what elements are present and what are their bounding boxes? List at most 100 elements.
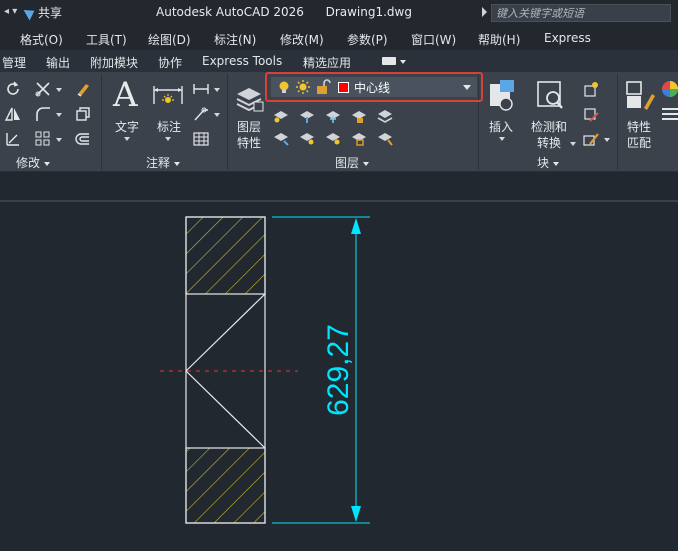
- trim-icon[interactable]: [34, 80, 52, 98]
- linetype-icon[interactable]: [661, 105, 678, 123]
- annotation-panel-title[interactable]: 注释: [146, 154, 181, 171]
- dimension-icon: [153, 86, 183, 104]
- dimension-dropdown-icon: [165, 137, 171, 141]
- dimension-text[interactable]: 629,27: [322, 324, 355, 416]
- tab-express-tools[interactable]: Express Tools: [202, 54, 282, 68]
- ribbon-toggle-button[interactable]: [382, 57, 396, 65]
- linear-dimension-icon[interactable]: [192, 80, 210, 98]
- menu-format[interactable]: 格式(O): [20, 31, 63, 48]
- cone-line-bottom[interactable]: [185, 370, 266, 449]
- drawing-svg[interactable]: 629,27: [0, 202, 678, 551]
- detect-convert-label-1: 检测和: [531, 120, 568, 134]
- dimension-arrow-bottom: [351, 506, 361, 522]
- layer-panel-label: 图层: [335, 156, 360, 170]
- menu-express[interactable]: Express: [544, 31, 591, 45]
- menu-tools[interactable]: 工具(T): [86, 31, 127, 48]
- erase-icon[interactable]: [74, 80, 92, 98]
- layer-properties-label-1: 图层: [237, 120, 262, 134]
- text-dropdown-icon: [124, 137, 130, 141]
- linear-dropdown-icon[interactable]: [214, 88, 220, 92]
- leader-icon[interactable]: [192, 105, 210, 123]
- block-panel-title[interactable]: 块: [537, 154, 560, 171]
- mirror-icon[interactable]: [4, 105, 22, 123]
- ribbon-tabs: 管理 输出 附加模块 协作 Express Tools 精选应用: [0, 50, 678, 72]
- create-block-icon[interactable]: [582, 80, 600, 98]
- search-box[interactable]: [491, 4, 671, 22]
- layer-merge-icon[interactable]: [376, 106, 394, 124]
- layer-properties-label-2: 特性: [237, 136, 262, 150]
- chevron-down-icon: [553, 161, 560, 166]
- modify-panel-title[interactable]: 修改: [16, 154, 51, 171]
- array-icon[interactable]: [34, 130, 52, 148]
- rotate-icon[interactable]: [4, 80, 22, 98]
- divider: [227, 74, 228, 170]
- match-properties-label-1: 特性: [627, 120, 652, 134]
- layer-isolate-icon[interactable]: [298, 106, 316, 124]
- chevron-down-icon: [463, 85, 471, 90]
- tab-featured-apps[interactable]: 精选应用: [303, 54, 351, 71]
- block-attribute-dropdown-icon[interactable]: [604, 138, 610, 142]
- divider: [101, 74, 102, 170]
- layer-thaw-icon[interactable]: [324, 128, 342, 146]
- tab-output[interactable]: 输出: [46, 54, 70, 71]
- tab-addins[interactable]: 附加模块: [90, 54, 138, 71]
- menu-dimension[interactable]: 标注(N): [214, 31, 256, 48]
- layer-unlock-icon[interactable]: [350, 128, 368, 146]
- layer-select[interactable]: 中心线: [271, 77, 477, 97]
- sun-thawed-icon: [296, 80, 310, 94]
- tab-collaborate[interactable]: 协作: [158, 54, 182, 71]
- layer-panel-title[interactable]: 图层: [335, 154, 370, 171]
- hatch-top[interactable]: [185, 216, 266, 295]
- layer-dropdown[interactable]: 中心线: [265, 72, 483, 102]
- search-input[interactable]: [492, 5, 670, 21]
- fillet-icon[interactable]: [34, 105, 52, 123]
- edit-block-icon[interactable]: [582, 105, 600, 123]
- tab-manage[interactable]: 管理: [2, 54, 26, 71]
- match-properties-icon: [626, 81, 655, 110]
- array-dropdown-icon[interactable]: [56, 138, 62, 142]
- divider: [617, 74, 618, 170]
- chevron-down-icon: [174, 161, 181, 166]
- dimension[interactable]: [272, 216, 370, 524]
- share-button[interactable]: 共享: [23, 4, 62, 21]
- menu-bar: 格式(O) 工具(T) 绘图(D) 标注(N) 修改(M) 参数(P) 窗口(W…: [0, 26, 678, 50]
- color-wheel-icon[interactable]: [661, 80, 678, 98]
- drawing-canvas[interactable]: 629,27: [0, 200, 678, 551]
- fillet-dropdown-icon[interactable]: [56, 113, 62, 117]
- text-icon: A: [113, 75, 138, 115]
- scale-icon[interactable]: [4, 130, 22, 148]
- share-icon: [23, 5, 38, 20]
- detect-convert-icon: [537, 81, 563, 109]
- layer-freeze-icon[interactable]: [324, 106, 342, 124]
- block-attribute-icon[interactable]: [582, 130, 600, 148]
- layer-on-icon[interactable]: [298, 128, 316, 146]
- hatch-bottom[interactable]: [185, 447, 266, 524]
- detect-convert-dropdown-icon: [570, 142, 576, 146]
- layer-make-current-icon[interactable]: [272, 128, 290, 146]
- menu-modify[interactable]: 修改(M): [280, 31, 324, 48]
- dimension-arrow-top: [351, 218, 361, 234]
- chevron-down-icon[interactable]: [400, 60, 406, 64]
- unlock-icon: [317, 79, 331, 94]
- layer-color-swatch: [338, 82, 349, 93]
- block-panel-label: 块: [537, 156, 550, 170]
- table-icon[interactable]: [192, 130, 210, 148]
- trim-dropdown-icon[interactable]: [56, 88, 62, 92]
- menu-help[interactable]: 帮助(H): [478, 31, 520, 48]
- layer-off-icon[interactable]: [272, 106, 290, 124]
- layer-lock-icon[interactable]: [350, 106, 368, 124]
- annotation-panel-label: 注释: [146, 156, 171, 170]
- quick-access-dropdown-icon[interactable]: ◂ ▾: [4, 6, 17, 17]
- offset-icon[interactable]: [74, 130, 92, 148]
- menu-draw[interactable]: 绘图(D): [148, 31, 191, 48]
- cone-line-top[interactable]: [185, 293, 266, 372]
- layer-stack-icon: [236, 88, 264, 112]
- layer-match-icon[interactable]: [376, 128, 394, 146]
- menu-parametric[interactable]: 参数(P): [347, 31, 388, 48]
- explode-icon[interactable]: [74, 105, 92, 123]
- dimension-label: 标注: [157, 120, 182, 134]
- leader-dropdown-icon[interactable]: [214, 113, 220, 117]
- document-title: Drawing1.dwg: [325, 5, 412, 19]
- menu-window[interactable]: 窗口(W): [411, 31, 456, 48]
- expand-arrow-icon[interactable]: [482, 7, 487, 17]
